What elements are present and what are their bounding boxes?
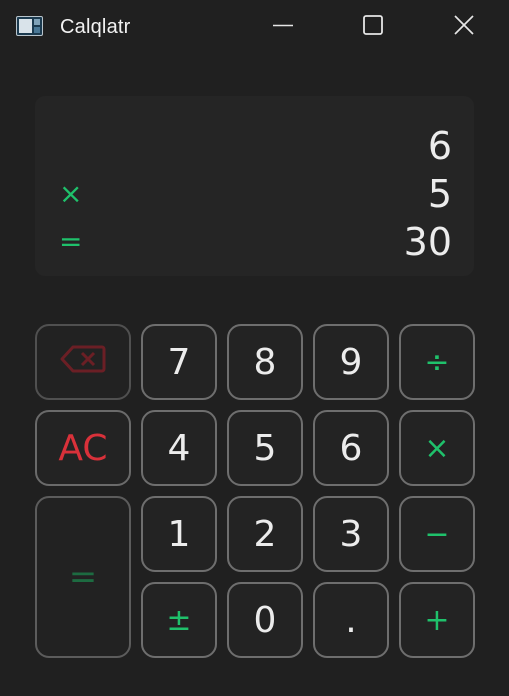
backspace-icon: [60, 342, 106, 383]
digit-3-button[interactable]: 3: [313, 496, 389, 572]
display-value: 6: [427, 124, 452, 168]
digit-8-button[interactable]: 8: [227, 324, 303, 400]
equals-button[interactable]: =: [35, 496, 131, 658]
display-row-result: = 30: [35, 218, 474, 266]
display-result: 30: [403, 220, 452, 264]
all-clear-button[interactable]: AC: [35, 410, 131, 486]
maximize-button[interactable]: [327, 0, 419, 54]
digit-1-button[interactable]: 1: [141, 496, 217, 572]
digit-9-button[interactable]: 9: [313, 324, 389, 400]
backspace-button[interactable]: [35, 324, 131, 400]
app-icon: [16, 16, 43, 36]
digit-4-button[interactable]: 4: [141, 410, 217, 486]
title-bar: Calqlatr: [0, 0, 509, 54]
close-button[interactable]: [418, 0, 509, 54]
display-operator: [59, 122, 99, 170]
display-row: 6: [35, 122, 474, 170]
display-value: 5: [427, 172, 452, 216]
display-operator: =: [59, 225, 83, 258]
multiply-button[interactable]: ×: [399, 410, 475, 486]
window-title: Calqlatr: [60, 16, 131, 38]
digit-5-button[interactable]: 5: [227, 410, 303, 486]
calculation-display: 6 × 5 = 30: [35, 96, 474, 276]
minimize-icon: [272, 14, 294, 40]
digit-7-button[interactable]: 7: [141, 324, 217, 400]
divide-button[interactable]: ÷: [399, 324, 475, 400]
minus-button[interactable]: −: [399, 496, 475, 572]
digit-0-button[interactable]: 0: [227, 582, 303, 658]
digit-2-button[interactable]: 2: [227, 496, 303, 572]
maximize-icon: [362, 14, 384, 40]
minimize-button[interactable]: [237, 0, 329, 54]
display-operator: ×: [59, 177, 83, 210]
close-icon: [453, 14, 475, 40]
digit-6-button[interactable]: 6: [313, 410, 389, 486]
plus-button[interactable]: +: [399, 582, 475, 658]
decimal-point-button[interactable]: .: [313, 582, 389, 658]
display-row: × 5: [35, 170, 474, 218]
plus-minus-button[interactable]: ±: [141, 582, 217, 658]
